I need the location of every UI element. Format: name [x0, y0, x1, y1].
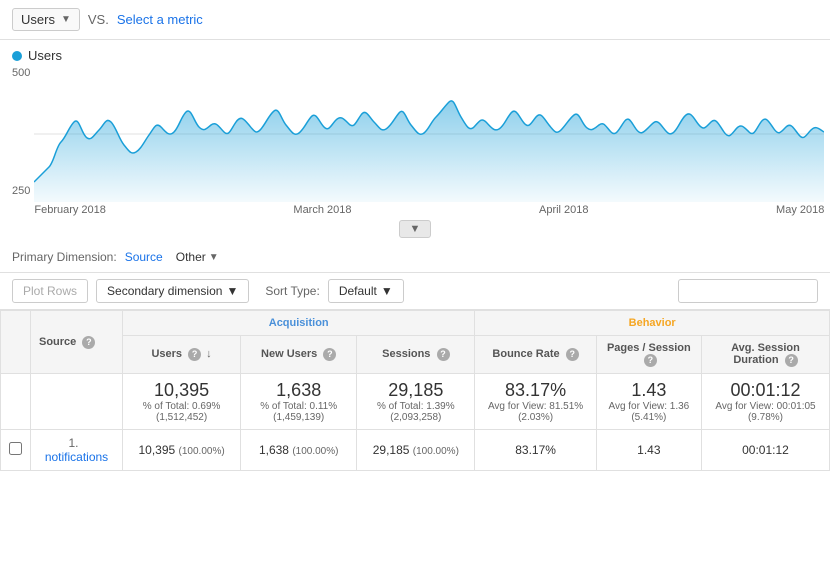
chart-x-labels: February 2018 March 2018 April 2018 May … — [34, 202, 824, 216]
sort-arrow-icon: ▼ — [381, 284, 393, 298]
total-avg-session-avg: Avg for View: 00:01:05 (9.78%) — [710, 401, 821, 423]
users-help-icon[interactable]: ? — [188, 348, 201, 361]
checkbox-header — [1, 311, 31, 374]
legend-label: Users — [28, 48, 62, 63]
pages-session-col-header: Pages / Session ? — [596, 336, 701, 374]
primary-dimension-bar: Primary Dimension: Source Other ▼ — [0, 242, 830, 273]
total-users-cell: 10,395 % of Total: 0.69% (1,512,452) — [123, 374, 241, 430]
row1-new-users-pct: (100.00%) — [292, 446, 338, 457]
other-dim-label: Other — [176, 250, 206, 264]
total-new-users-value: 1,638 — [249, 380, 348, 401]
acquisition-label: Acquisition — [269, 317, 329, 329]
primary-dim-label: Primary Dimension: — [12, 250, 117, 264]
total-checkbox-cell — [1, 374, 31, 430]
metric-bar: Users ▼ VS. Select a metric — [0, 0, 830, 40]
secondary-dimension-button[interactable]: Secondary dimension ▼ — [96, 279, 249, 303]
users-col-header: Users ? ↓ — [123, 336, 241, 374]
source-header: Source — [39, 336, 76, 348]
total-pages-value: 1.43 — [605, 380, 693, 401]
dropdown-arrow-icon: ▼ — [61, 14, 71, 25]
new-users-col-header: New Users ? — [241, 336, 357, 374]
sessions-col-header: Sessions ? — [357, 336, 475, 374]
source-dim-link[interactable]: Source — [125, 250, 163, 264]
users-dropdown-label: Users — [21, 12, 55, 27]
row1-users-value: 10,395 — [138, 443, 175, 457]
vs-label: VS. — [88, 12, 109, 27]
avg-session-help-icon[interactable]: ? — [785, 354, 798, 367]
legend-dot-icon — [12, 51, 22, 61]
plot-rows-button[interactable]: Plot Rows — [12, 279, 88, 303]
data-table: Source ? Acquisition Behavior Users ? ↓ … — [0, 310, 830, 471]
row1-checkbox-cell[interactable] — [1, 430, 31, 471]
total-sessions-pct: % of Total: 1.39% (2,093,258) — [365, 401, 466, 423]
row1-sessions-value: 29,185 — [373, 443, 410, 457]
row1-num: 1. — [69, 436, 79, 450]
row1-source-cell: 1. notifications — [31, 430, 123, 471]
total-bounce-cell: 83.17% Avg for View: 81.51% (2.03%) — [475, 374, 596, 430]
x-label-apr: April 2018 — [539, 204, 589, 216]
source-help-icon[interactable]: ? — [82, 336, 95, 349]
sort-default-button[interactable]: Default ▼ — [328, 279, 404, 303]
total-avg-session-value: 00:01:12 — [710, 380, 821, 401]
total-avg-session-cell: 00:01:12 Avg for View: 00:01:05 (9.78%) — [701, 374, 829, 430]
chart-legend: Users — [12, 48, 818, 63]
row1-users-cell: 10,395 (100.00%) — [123, 430, 241, 471]
avg-session-col-header: Avg. Session Duration ? — [701, 336, 829, 374]
acquisition-group-header: Acquisition — [123, 311, 475, 336]
secondary-dim-label: Secondary dimension — [107, 284, 222, 298]
pages-help-icon[interactable]: ? — [644, 354, 657, 367]
bounce-rate-col-header: Bounce Rate ? — [475, 336, 596, 374]
y-label-500: 500 — [12, 67, 30, 79]
row1-sessions-pct: (100.00%) — [413, 446, 459, 457]
secondary-dim-arrow-icon: ▼ — [226, 284, 238, 298]
row1-source-link[interactable]: notifications — [45, 450, 108, 464]
total-new-users-cell: 1,638 % of Total: 0.11% (1,459,139) — [241, 374, 357, 430]
total-bounce-value: 83.17% — [483, 380, 587, 401]
row1-checkbox[interactable] — [9, 442, 22, 455]
total-pages-cell: 1.43 Avg for View: 1.36 (5.41%) — [596, 374, 701, 430]
row1-new-users-cell: 1,638 (100.00%) — [241, 430, 357, 471]
row1-avg-session-cell: 00:01:12 — [701, 430, 829, 471]
total-sessions-cell: 29,185 % of Total: 1.39% (2,093,258) — [357, 374, 475, 430]
total-users-value: 10,395 — [131, 380, 232, 401]
toolbar: Plot Rows Secondary dimension ▼ Sort Typ… — [0, 273, 830, 310]
row1-pages-value: 1.43 — [637, 443, 660, 457]
behavior-label: Behavior — [629, 317, 676, 329]
row1-sessions-cell: 29,185 (100.00%) — [357, 430, 475, 471]
total-pages-avg: Avg for View: 1.36 (5.41%) — [605, 401, 693, 423]
row1-pages-cell: 1.43 — [596, 430, 701, 471]
chart-svg — [34, 67, 824, 202]
sort-default-label: Default — [339, 284, 377, 298]
chart-expand-area: ▼ — [0, 220, 830, 238]
new-users-help-icon[interactable]: ? — [323, 348, 336, 361]
totals-row: 10,395 % of Total: 0.69% (1,512,452) 1,6… — [1, 374, 830, 430]
row1-bounce-value: 83.17% — [515, 443, 556, 457]
users-sort-icon: ↓ — [206, 348, 212, 360]
other-dim-button[interactable]: Other ▼ — [171, 248, 224, 266]
row1-avg-session-value: 00:01:12 — [742, 443, 789, 457]
row1-bounce-cell: 83.17% — [475, 430, 596, 471]
total-new-users-pct: % of Total: 0.11% (1,459,139) — [249, 401, 348, 423]
total-source-cell — [31, 374, 123, 430]
chart-container: Users 500 250 Febr — [0, 40, 830, 216]
x-label-may: May 2018 — [776, 204, 824, 216]
y-label-250: 250 — [12, 185, 30, 197]
search-input[interactable] — [678, 279, 818, 303]
bounce-help-icon[interactable]: ? — [566, 348, 579, 361]
table-row: 1. notifications 10,395 (100.00%) 1,638 … — [1, 430, 830, 471]
x-label-mar: March 2018 — [293, 204, 351, 216]
x-label-feb: February 2018 — [34, 204, 106, 216]
row1-new-users-value: 1,638 — [259, 443, 289, 457]
sort-type-label: Sort Type: — [265, 284, 319, 298]
behavior-group-header: Behavior — [475, 311, 830, 336]
total-bounce-avg: Avg for View: 81.51% (2.03%) — [483, 401, 587, 423]
total-sessions-value: 29,185 — [365, 380, 466, 401]
row1-users-pct: (100.00%) — [179, 446, 225, 457]
select-metric-link[interactable]: Select a metric — [117, 12, 203, 27]
sessions-help-icon[interactable]: ? — [437, 348, 450, 361]
other-dim-arrow-icon: ▼ — [209, 252, 219, 263]
expand-chart-button[interactable]: ▼ — [399, 220, 432, 238]
users-dropdown[interactable]: Users ▼ — [12, 8, 80, 31]
total-users-pct: % of Total: 0.69% (1,512,452) — [131, 401, 232, 423]
